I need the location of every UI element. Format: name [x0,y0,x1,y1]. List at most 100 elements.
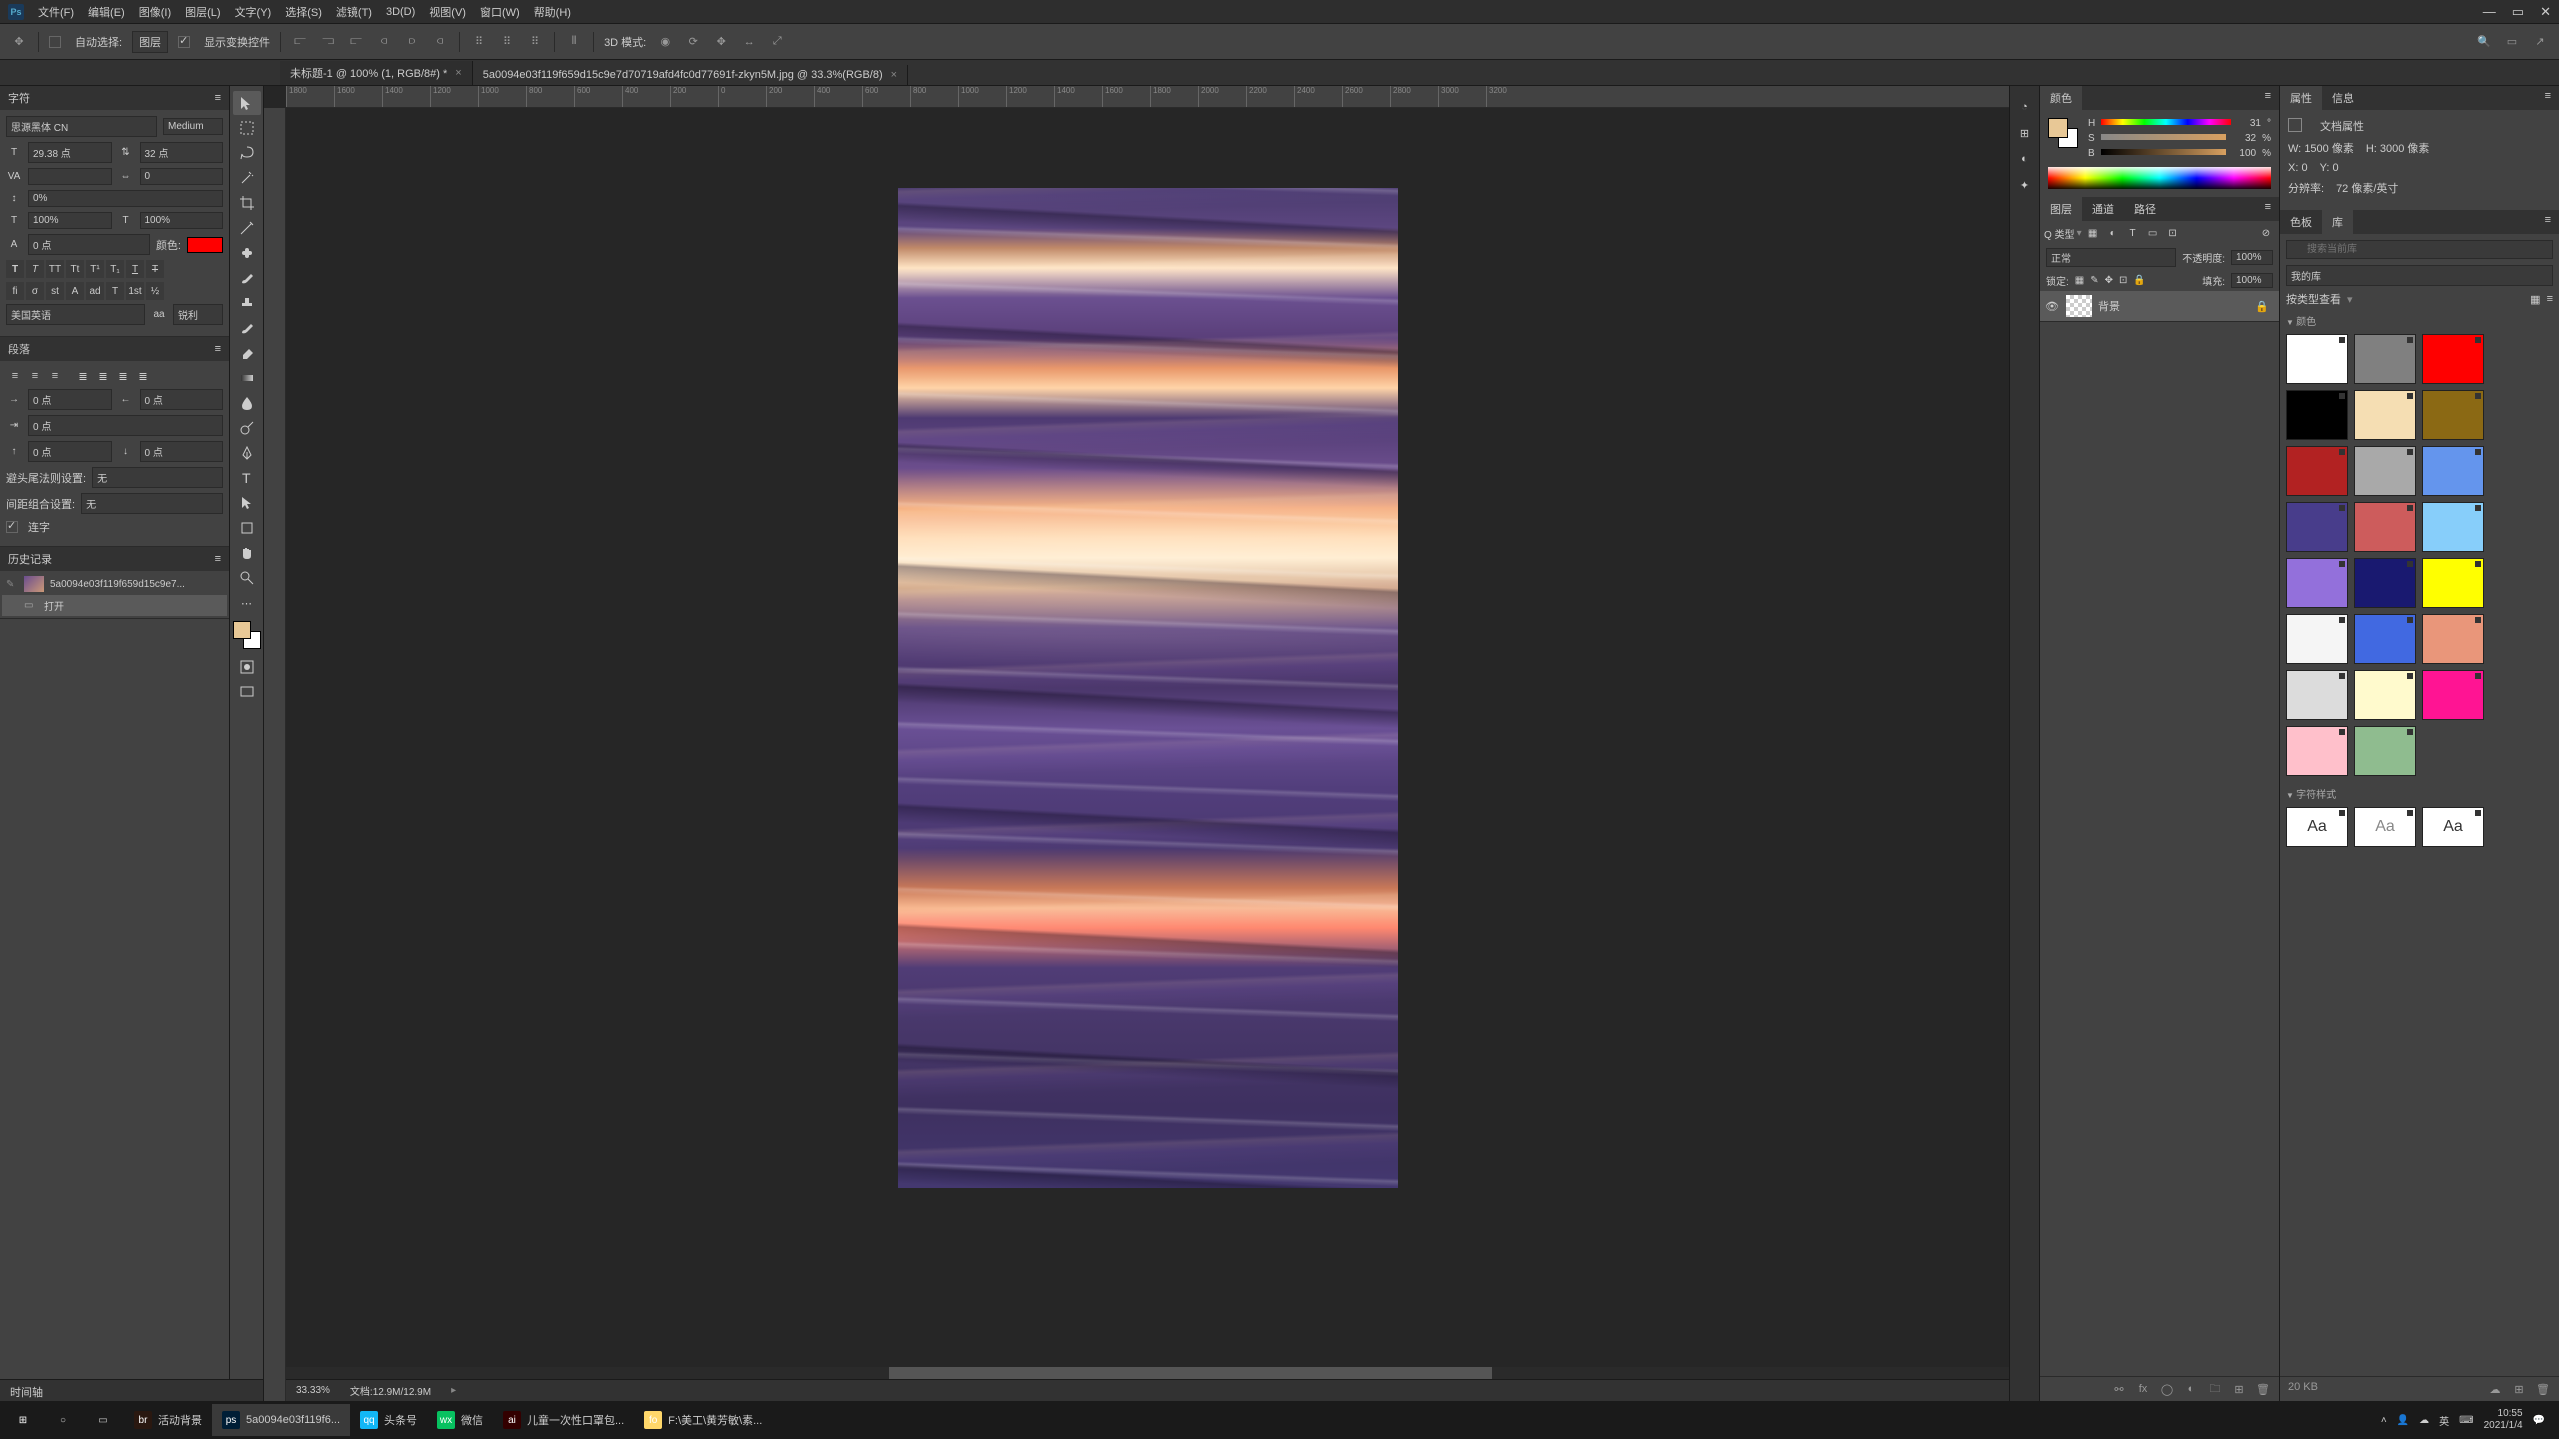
ot-1st-button[interactable]: 1st [126,282,144,300]
quick-mask-tool[interactable] [233,655,261,679]
indent-right-input[interactable]: 0 点 [140,389,224,410]
swatch-item[interactable] [2286,502,2348,552]
font-size-input[interactable]: 29.38 点 [28,142,112,163]
start-button[interactable]: ⊞ [4,1404,42,1436]
lock-artboard-icon[interactable]: ⊡ [2119,275,2127,286]
menu-type[interactable]: 文字(Y) [235,4,272,20]
tray-onedrive-icon[interactable]: ☁ [2419,1415,2429,1426]
align-right-button[interactable]: ≡ [46,367,64,385]
opacity-input[interactable]: 100% [2231,250,2273,265]
tray-people-icon[interactable]: 👤 [2397,1415,2409,1426]
align-center-v-icon[interactable]: ⫐ [403,33,421,51]
search-icon[interactable]: 🔍 [2475,33,2493,51]
ot-a-button[interactable]: A [66,282,84,300]
new-layer-icon[interactable]: ⊞ [2231,1381,2247,1397]
swatch-item[interactable] [2286,558,2348,608]
mask-icon[interactable]: ◯ [2159,1381,2175,1397]
move-tool-icon[interactable]: ✥ [10,33,28,51]
swatch-item[interactable] [2354,726,2416,776]
layer-row-background[interactable]: 👁 背景 🔒 [2040,291,2279,322]
tray-keyboard-icon[interactable]: ⌨ [2459,1415,2473,1426]
healing-tool[interactable] [233,241,261,265]
swatch-item[interactable] [2422,390,2484,440]
font-family-input[interactable]: 思源黑体 CN [6,116,157,137]
menu-filter[interactable]: 滤镜(T) [336,4,372,20]
swatch-item[interactable] [2286,614,2348,664]
brush-tool[interactable] [233,266,261,290]
minimize-icon[interactable]: — [2483,4,2496,20]
height-value[interactable]: 3000 像素 [2380,143,2430,155]
adjustments-icon[interactable]: ◐ [2014,148,2036,170]
history-brush-tool[interactable] [233,316,261,340]
ot-ad-button[interactable]: ad [86,282,104,300]
auto-select-checkbox[interactable] [49,36,61,48]
allcaps-button[interactable]: TT [46,260,64,278]
panel-menu-icon[interactable]: ≡ [215,343,221,355]
filter-shape-icon[interactable]: ▭ [2144,225,2162,241]
subscript-button[interactable]: T₁ [106,260,124,278]
blur-tool[interactable] [233,391,261,415]
width-value[interactable]: 1500 像素 [2304,143,2354,155]
distribute-2-icon[interactable]: ⠿ [498,33,516,51]
lock-all-icon[interactable]: 🔒 [2133,275,2145,286]
filter-smart-icon[interactable]: ⊡ [2164,225,2182,241]
swatch-item[interactable] [2286,726,2348,776]
filter-adjust-icon[interactable]: ◐ [2104,225,2122,241]
align-bottom-icon[interactable]: ⫏ [431,33,449,51]
filter-type-icon[interactable]: T [2124,225,2142,241]
res-value[interactable]: 72 像素/英寸 [2336,180,2398,196]
hand-tool[interactable] [233,541,261,565]
align-left-icon[interactable]: ⫍ [291,33,309,51]
foreground-background-swatch[interactable] [233,621,261,649]
tray-ime-icon[interactable]: 英 [2439,1413,2449,1428]
canvas-viewport[interactable] [286,108,2009,1379]
swatch-item[interactable] [2422,614,2484,664]
close-icon[interactable]: ✕ [2540,4,2551,20]
tab-channels[interactable]: 通道 [2082,197,2124,221]
hyphen-input[interactable]: 无 [92,467,223,488]
vscale-input[interactable]: 100% [28,212,112,229]
eraser-tool[interactable] [233,341,261,365]
space-after-input[interactable]: 0 点 [140,441,224,462]
delete-icon[interactable]: 🗑 [2255,1381,2271,1397]
indent-first-input[interactable]: 0 点 [28,415,223,436]
lock-position-icon[interactable]: ✥ [2105,275,2113,286]
notification-icon[interactable]: 💬 [2533,1415,2545,1426]
fx-icon[interactable]: fx [2135,1381,2151,1397]
colors-section-label[interactable]: 颜色 [2286,313,2553,328]
hue-slider[interactable] [2101,119,2231,129]
3d-slide-icon[interactable]: ↔ [740,33,758,51]
tab-paths[interactable]: 路径 [2124,197,2166,221]
swatch-item[interactable] [2354,334,2416,384]
3d-roll-icon[interactable]: ⟳ [684,33,702,51]
group-icon[interactable]: 🗀 [2207,1381,2223,1397]
superscript-button[interactable]: T¹ [86,260,104,278]
align-center-button[interactable]: ≡ [26,367,44,385]
tab-libraries[interactable]: 库 [2322,210,2353,234]
3d-orbit-icon[interactable]: ◉ [656,33,674,51]
navigator-icon[interactable]: ⊞ [2014,122,2036,144]
panel-menu-icon[interactable]: ≡ [2257,197,2279,221]
char-style-1[interactable]: Aa [2286,807,2348,847]
show-controls-checkbox[interactable] [178,36,190,48]
tab-document-2[interactable]: 5a0094e03f119f659d15c9e7d70719afd4fc0d77… [473,65,908,85]
sat-value[interactable]: 32 [2232,133,2256,144]
swatch-item[interactable] [2354,558,2416,608]
horizontal-ruler[interactable]: 1800160014001200100080060040020002004006… [286,86,2009,108]
link-icon[interactable]: ⚯ [2111,1381,2127,1397]
tab-close-icon[interactable]: × [455,67,461,79]
list-view-icon[interactable]: ≡ [2547,293,2553,305]
visibility-icon[interactable]: 👁 [2044,300,2060,313]
underline-button[interactable]: T [126,260,144,278]
gradient-tool[interactable] [233,366,261,390]
taskbar-app[interactable]: foF:\美工\黄芳敏\素... [634,1404,772,1436]
wand-tool[interactable] [233,166,261,190]
menu-file[interactable]: 文件(F) [38,4,74,20]
char-style-2[interactable]: Aa [2354,807,2416,847]
lock-icon[interactable]: 🔒 [2255,300,2275,313]
baseline-input[interactable]: 0% [28,190,223,207]
my-library-select[interactable]: 我的库 [2286,265,2553,286]
taskbar-app[interactable]: br活动背景 [124,1404,212,1436]
bold-button[interactable]: T [6,260,24,278]
vertical-ruler[interactable] [264,108,286,1401]
